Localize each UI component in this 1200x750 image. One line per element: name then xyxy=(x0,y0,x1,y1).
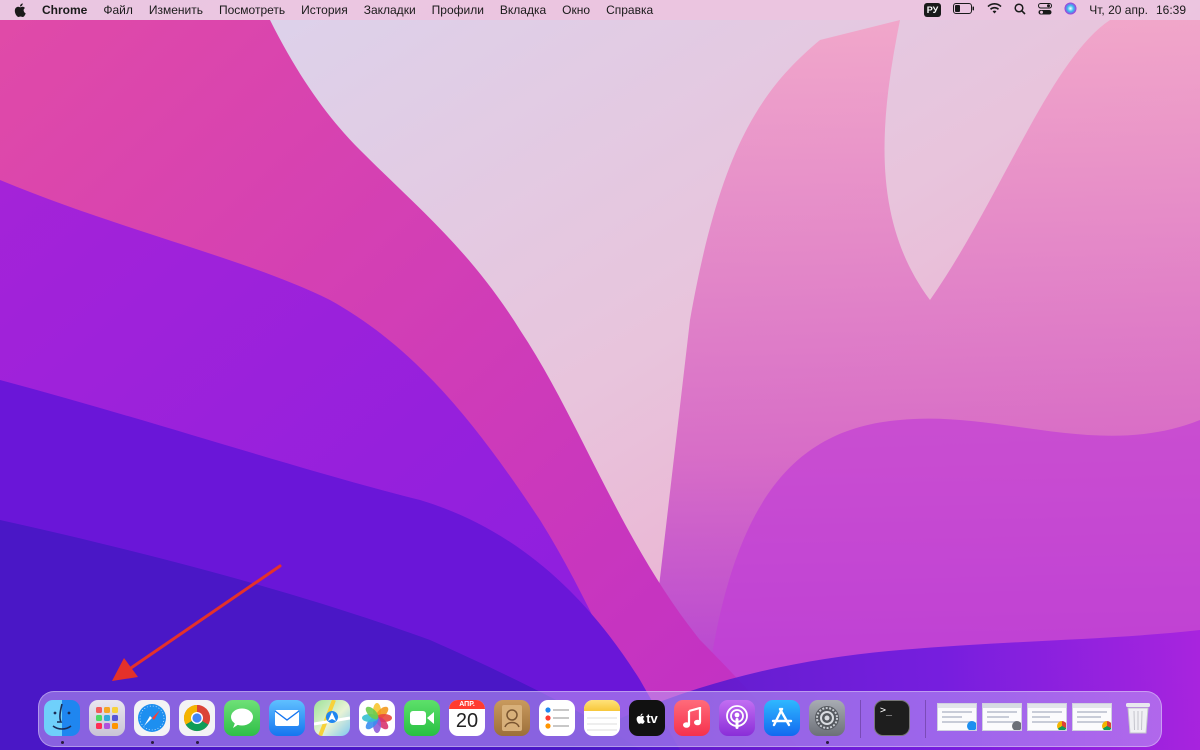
terminal-prompt: >_ xyxy=(880,705,893,716)
music-icon[interactable] xyxy=(674,700,710,736)
notes-header xyxy=(584,700,620,711)
calendar-day: 20 xyxy=(455,710,479,732)
settings-icon[interactable] xyxy=(809,700,845,736)
notes-icon[interactable] xyxy=(584,700,620,736)
appstore-icon[interactable] xyxy=(764,700,800,736)
chrome-badge-icon xyxy=(1057,721,1066,730)
spotlight-search-icon[interactable] xyxy=(1014,2,1026,18)
menu-clock[interactable]: Чт, 20 апр. 16:39 xyxy=(1089,3,1186,17)
minimized-window[interactable] xyxy=(1072,703,1112,731)
menu-bookmarks[interactable]: Закладки xyxy=(356,0,424,20)
menu-view[interactable]: Посмотреть xyxy=(211,0,293,20)
input-source-badge[interactable]: РУ xyxy=(923,3,942,17)
calendar-icon[interactable]: АПР. 20 xyxy=(449,700,485,736)
messages-icon[interactable] xyxy=(224,700,260,736)
finder-icon[interactable] xyxy=(44,700,80,736)
running-indicator xyxy=(196,741,199,744)
minimized-window[interactable] xyxy=(1027,703,1067,731)
menu-profiles[interactable]: Профили xyxy=(424,0,492,20)
running-indicator xyxy=(826,741,829,744)
reminders-icon[interactable] xyxy=(539,700,575,736)
photos-icon[interactable] xyxy=(359,700,395,736)
settings-badge-icon xyxy=(1012,721,1021,730)
running-indicator xyxy=(61,741,64,744)
terminal-icon[interactable]: >_ xyxy=(874,700,910,736)
podcasts-icon[interactable] xyxy=(719,700,755,736)
menu-file[interactable]: Файл xyxy=(95,0,141,20)
running-indicator xyxy=(151,741,154,744)
menu-tab[interactable]: Вкладка xyxy=(492,0,554,20)
menu-app-name[interactable]: Chrome xyxy=(34,0,95,20)
menu-bar: Chrome Файл Изменить Посмотреть История … xyxy=(0,0,1200,20)
contacts-icon[interactable] xyxy=(494,700,530,736)
battery-icon[interactable] xyxy=(953,3,975,17)
maps-icon[interactable] xyxy=(314,700,350,736)
calendar-month: АПР. xyxy=(449,700,485,709)
trash-icon[interactable] xyxy=(1120,700,1156,736)
menu-edit[interactable]: Изменить xyxy=(141,0,211,20)
siri-icon[interactable] xyxy=(1064,2,1077,18)
menu-help[interactable]: Справка xyxy=(598,0,661,20)
minimized-window[interactable] xyxy=(982,703,1022,731)
tv-icon[interactable]: tv xyxy=(629,700,665,736)
safari-badge-icon xyxy=(967,721,976,730)
chrome-badge-icon xyxy=(1102,721,1111,730)
dock-separator xyxy=(925,700,926,738)
clock-date: Чт, 20 апр. xyxy=(1089,3,1148,17)
desktop-wallpaper xyxy=(0,0,1200,750)
control-center-icon[interactable] xyxy=(1038,2,1053,18)
tv-label: tv xyxy=(646,710,658,726)
clock-time: 16:39 xyxy=(1155,3,1186,17)
dock-separator xyxy=(860,700,861,738)
facetime-icon[interactable] xyxy=(404,700,440,736)
safari-icon[interactable] xyxy=(134,700,170,736)
menu-history[interactable]: История xyxy=(293,0,356,20)
menu-window[interactable]: Окно xyxy=(554,0,598,20)
apple-menu-icon[interactable] xyxy=(0,3,34,17)
launchpad-icon[interactable] xyxy=(89,700,125,736)
chrome-icon[interactable] xyxy=(179,700,215,736)
mail-icon[interactable] xyxy=(269,700,305,736)
minimized-window[interactable] xyxy=(937,703,977,731)
wifi-icon[interactable] xyxy=(987,3,1002,17)
